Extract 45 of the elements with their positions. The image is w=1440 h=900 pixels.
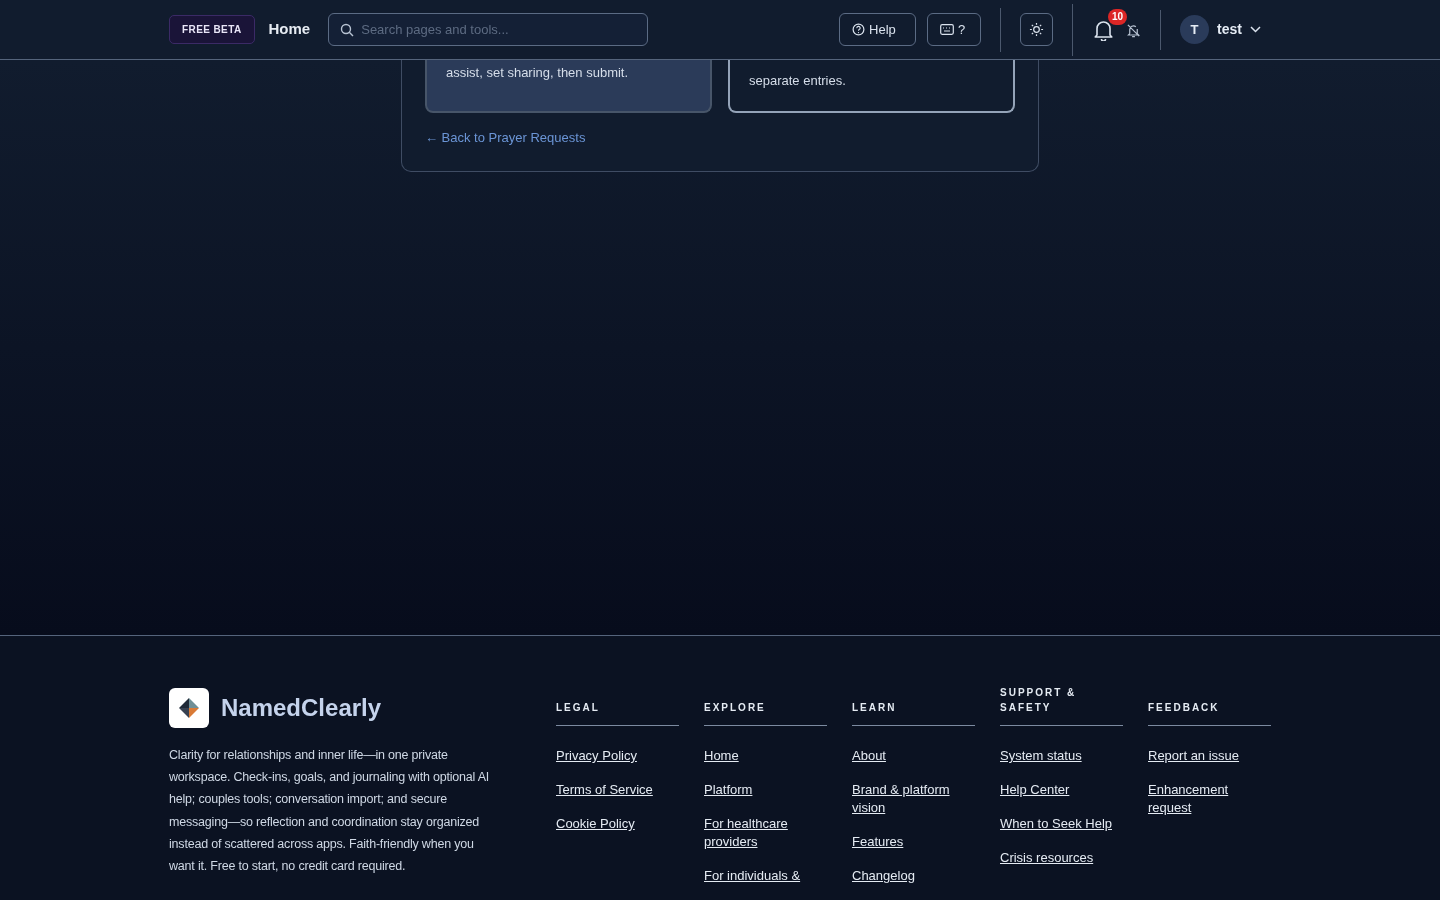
footer-link[interactable]: System status (1000, 747, 1123, 765)
option-card[interactable]: separate entries. (728, 60, 1015, 113)
footer-link[interactable]: When to Seek Help (1000, 815, 1123, 833)
logo-icon (169, 688, 209, 728)
bell-icon (1092, 18, 1114, 41)
footer-link[interactable]: Enhancement request (1148, 781, 1271, 817)
bell-off-icon (1125, 22, 1141, 38)
back-link[interactable]: ← Back to Prayer Requests (425, 130, 586, 145)
option-card[interactable]: assist, set sharing, then submit. (425, 60, 712, 113)
help-button[interactable]: Help (839, 13, 917, 46)
keyboard-shortcuts-button[interactable]: ? (927, 13, 982, 46)
footer-link[interactable]: Brand & platform vision (852, 781, 975, 817)
footer-link[interactable]: Home (704, 747, 827, 765)
user-menu[interactable]: T test (1180, 15, 1261, 44)
footer-heading: LEGAL (556, 701, 600, 715)
footer-heading: SUPPORT & SAFETY (1000, 686, 1078, 715)
brand-name: NamedClearly (221, 693, 382, 723)
sun-icon (1029, 22, 1045, 37)
footer-link[interactable]: Platform (704, 781, 827, 799)
footer-heading: EXPLORE (704, 701, 766, 715)
beta-badge: FREE BETA (169, 15, 255, 44)
footer-link[interactable]: About (852, 747, 975, 765)
footer-link[interactable]: Crisis resources (1000, 849, 1123, 867)
footer-heading: FEEDBACK (1148, 701, 1220, 715)
footer-link[interactable]: For healthcare providers (704, 815, 827, 851)
footer-link[interactable]: Changelog (852, 867, 975, 885)
search-field[interactable]: Search pages and tools... (328, 13, 649, 46)
user-avatar: T (1180, 15, 1210, 44)
page-title: Home (268, 19, 311, 40)
keyboard-icon (940, 24, 955, 35)
footer-link[interactable]: Privacy Policy (556, 747, 679, 765)
search-icon (340, 23, 355, 37)
footer-link[interactable]: Help Center (1000, 781, 1123, 799)
footer-heading: LEARN (852, 701, 897, 715)
footer-link[interactable]: Features (852, 833, 975, 851)
footer-link[interactable]: Cookie Policy (556, 815, 679, 833)
theme-toggle-button[interactable] (1020, 13, 1054, 46)
footer-description: Clarity for relationships and inner life—in one private workspace. Check-ins, goals, and journaling with optional AI help; couples tools; conversation import; and secure messaging—so reflection and coordination stay organized instead of scattered across apps. Faith-friendly when you want it. Free to start, no credit card required. (169, 747, 491, 875)
footer-link[interactable]: Report an issue (1148, 747, 1271, 765)
footer-link[interactable]: For individuals & (704, 867, 827, 885)
question-icon (852, 23, 866, 36)
chevron-down-icon (1250, 26, 1261, 33)
mute-notifications-button[interactable] (1125, 22, 1142, 39)
footer-link[interactable]: Terms of Service (556, 781, 679, 799)
notification-count: 10 (1107, 8, 1128, 25)
